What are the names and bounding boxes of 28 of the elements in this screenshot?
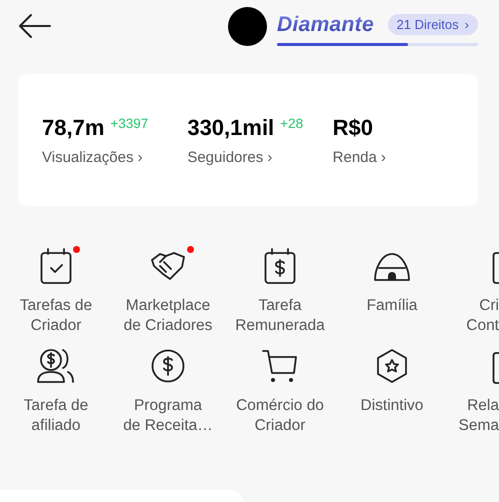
hexagon-star-icon (375, 348, 409, 384)
tool-shortcut[interactable]: Tarefa de afiliado (0, 346, 112, 436)
stat-value: 330,1mil (187, 114, 274, 140)
stat-delta: +3397 (110, 116, 148, 130)
stat-delta: +28 (280, 116, 304, 130)
stat-value: R$0 (332, 114, 374, 140)
tool-shortcut[interactable]: Distintivo (336, 346, 448, 436)
stat-link[interactable]: Renda › (332, 148, 478, 166)
avatar[interactable] (228, 6, 267, 46)
igloo-icon (373, 250, 411, 282)
dollar-coin-icon (151, 349, 185, 383)
tool-shortcut[interactable]: Programa de Receita… (112, 346, 224, 436)
stat-link[interactable]: Visualizações › (42, 148, 188, 166)
tool-shortcut[interactable]: Marketplace de Criadores (112, 246, 224, 336)
tool-shortcut[interactable]: Rela Sema (448, 346, 499, 436)
tool-shortcut[interactable]: Família (336, 246, 448, 336)
stat-link[interactable]: Seguidores › (187, 148, 333, 166)
back-arrow-icon[interactable] (18, 13, 52, 39)
tool-shortcut[interactable]: Tarefa Remunerada (224, 246, 336, 336)
rights-badge-button[interactable]: 21 Direitos › (388, 14, 478, 35)
tool-shortcut[interactable]: Tarefas de Criador (0, 246, 112, 336)
calendar-check-icon (40, 248, 72, 284)
stat-value: 78,7m (42, 114, 104, 140)
cart-icon (262, 349, 298, 383)
calendar-dollar-icon (264, 248, 296, 284)
tool-shortcut[interactable]: Comércio do Criador (224, 346, 336, 436)
people-dollar-icon (36, 348, 76, 384)
tool-shortcut[interactable]: Cri Cont (448, 246, 499, 336)
